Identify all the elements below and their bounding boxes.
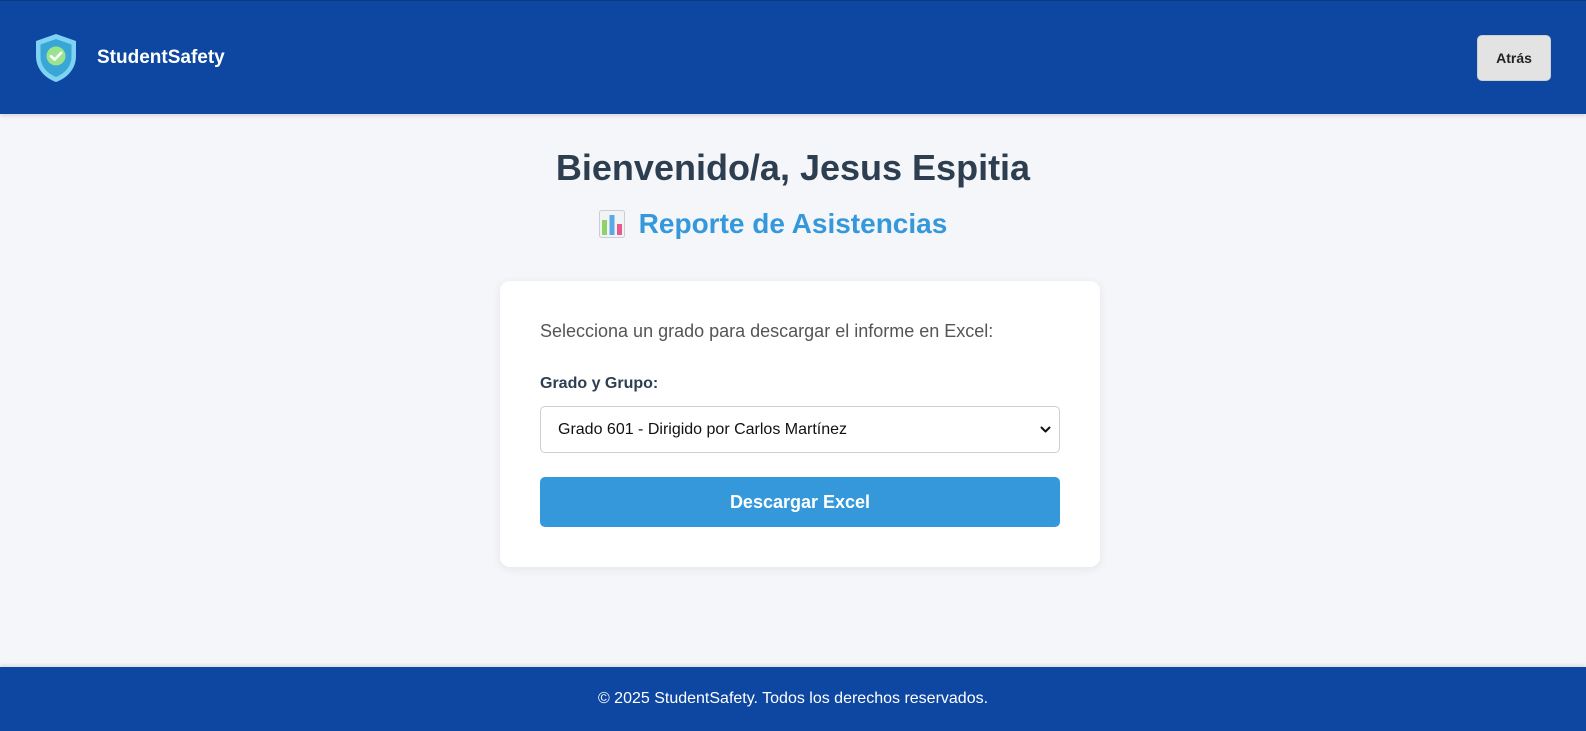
- download-excel-button[interactable]: Descargar Excel: [540, 477, 1060, 527]
- footer: © 2025 StudentSafety. Todos los derechos…: [0, 667, 1586, 731]
- grade-group-label: Grado y Grupo:: [540, 375, 659, 392]
- brand-name: StudentSafety: [97, 47, 225, 68]
- page: StudentSafety Atrás Bienvenido/a, Jesus …: [0, 0, 1586, 731]
- chevron-down-icon: [1040, 426, 1051, 433]
- card-instruction: Selecciona un grado para descargar el in…: [540, 321, 994, 341]
- report-title: Reporte de Asistencias: [638, 208, 948, 239]
- grade-select[interactable]: Grado 601 - Dirigido por Carlos Martínez: [540, 406, 1060, 453]
- report-card: Selecciona un grado para descargar el in…: [500, 281, 1100, 567]
- brand: StudentSafety: [32, 32, 225, 84]
- report-heading: Reporte de Asistencias: [0, 206, 1586, 242]
- back-button[interactable]: Atrás: [1477, 35, 1551, 81]
- page-title: Bienvenido/a, Jesus Espitia: [555, 147, 1031, 188]
- grade-select-value: Grado 601 - Dirigido por Carlos Martínez: [558, 420, 848, 438]
- shield-check-icon: [36, 34, 76, 82]
- footer-copyright: © 2025 StudentSafety. Todos los derechos…: [597, 690, 989, 707]
- bar-chart-icon: [598, 210, 625, 238]
- top-navbar: StudentSafety Atrás: [0, 0, 1586, 114]
